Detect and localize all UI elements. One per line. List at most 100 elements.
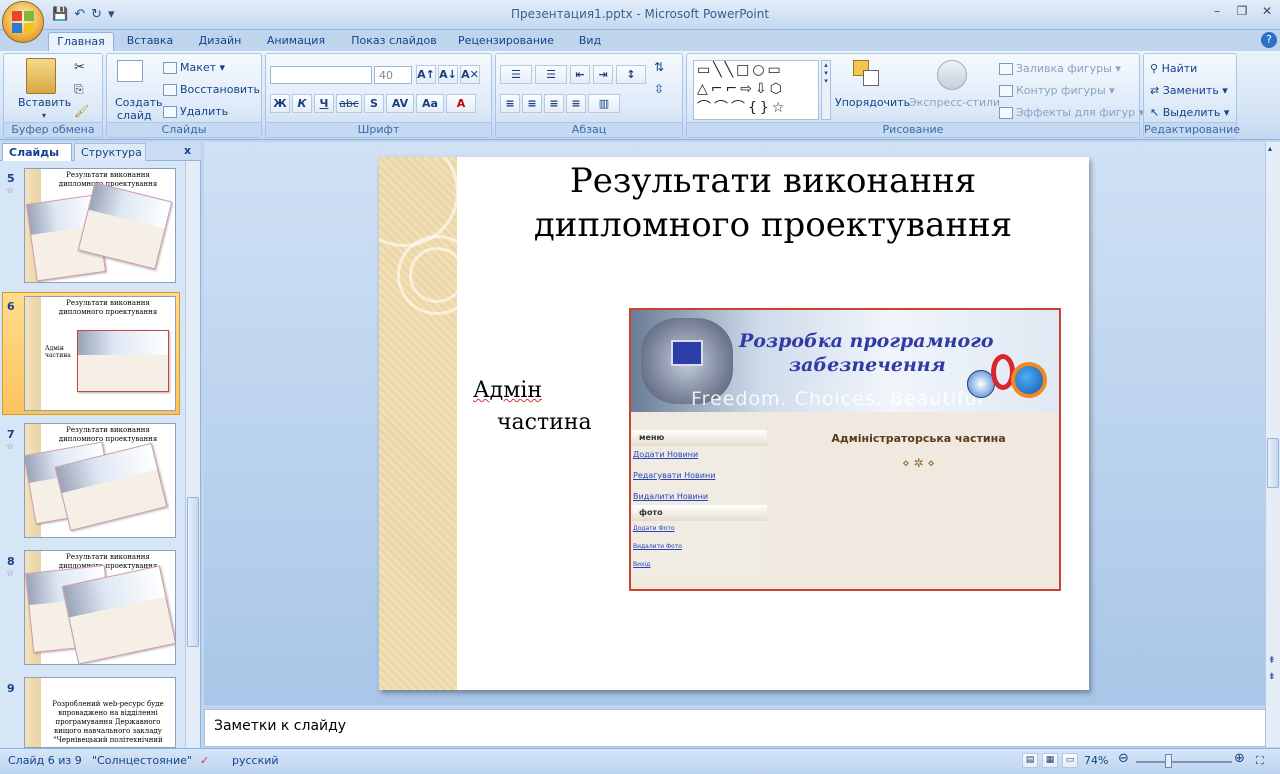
tab-slideshow[interactable]: Показ слайдов <box>346 32 442 51</box>
group-clipboard: Вставить ▾ ✂ ⎘ 🖌 Буфер обмена <box>3 53 103 138</box>
justify-icon[interactable]: ≡ <box>566 94 586 113</box>
slideshow-view-icon[interactable]: ▭ <box>1062 753 1078 768</box>
notes-pane[interactable] <box>204 709 1266 747</box>
shrink-font-button[interactable]: A↓ <box>438 65 458 84</box>
cut-icon[interactable]: ✂ <box>74 60 85 75</box>
select-button[interactable]: ↖ Выделить ▾ <box>1150 106 1229 119</box>
delete-slide-button[interactable]: Удалить <box>163 105 228 118</box>
arrange-button[interactable]: Упорядочить <box>835 96 910 109</box>
tab-review[interactable]: Рецензирование <box>452 32 560 51</box>
arrange-icon[interactable] <box>853 60 885 94</box>
restore-button[interactable]: ❐ <box>1231 4 1253 18</box>
fit-to-window-icon[interactable]: ⛶ <box>1256 754 1264 768</box>
paste-button[interactable]: Вставить <box>18 96 71 109</box>
font-name-input[interactable] <box>270 66 372 84</box>
font-color-button[interactable]: A <box>446 94 476 113</box>
change-case-button[interactable]: Aa <box>416 94 444 113</box>
shadow-button[interactable]: S <box>364 94 384 113</box>
shapes-scroll[interactable]: ▴ ▾ ▾ <box>821 60 831 120</box>
prev-slide-icon[interactable]: ⇞ <box>1268 656 1276 666</box>
new-slide-button[interactable]: Создать <box>115 96 163 109</box>
spellcheck-icon[interactable]: ✓ <box>200 754 209 767</box>
scroll-thumb[interactable] <box>1267 438 1279 488</box>
next-slide-icon[interactable]: ⇟ <box>1268 672 1276 682</box>
zoom-slider[interactable] <box>1136 761 1232 763</box>
quick-styles-icon[interactable] <box>937 60 967 90</box>
normal-view-icon[interactable]: ▤ <box>1022 753 1038 768</box>
bold-button[interactable]: Ж <box>270 94 290 113</box>
paste-dropdown-icon[interactable]: ▾ <box>42 111 46 120</box>
shape-fill-button[interactable]: Заливка фигуры ▾ <box>999 62 1121 75</box>
scroll-thumb[interactable] <box>187 497 199 647</box>
align-center-icon[interactable]: ≡ <box>522 94 542 113</box>
panel-close-button[interactable]: x <box>184 144 191 157</box>
thumb-number-6: 6 <box>7 300 15 313</box>
zoom-out-icon[interactable]: ⊖ <box>1118 751 1129 766</box>
copy-icon[interactable]: ⎘ <box>74 82 84 97</box>
slide-canvas[interactable]: Результати виконання дипломного проектув… <box>379 157 1089 690</box>
align-text-icon[interactable]: ⇳ <box>654 82 664 96</box>
line-spacing-icon[interactable]: ↕ <box>616 65 646 84</box>
sorter-view-icon[interactable]: ▦ <box>1042 753 1058 768</box>
strikethrough-button[interactable]: abc <box>336 94 362 113</box>
tab-slides[interactable]: Слайды <box>2 143 72 161</box>
language[interactable]: русский <box>232 754 279 767</box>
editor-scrollbar[interactable]: ▴ ⇞ ⇟ <box>1265 142 1280 747</box>
slide-body-text[interactable]: Адмін частина <box>473 375 603 439</box>
close-button[interactable]: ✕ <box>1256 4 1278 18</box>
slide-thumbnail-5[interactable]: Результати виконання дипломного проектув… <box>24 168 176 283</box>
clear-format-button[interactable]: A✕ <box>460 65 480 84</box>
tab-animation[interactable]: Анимация <box>258 32 334 51</box>
zoom-slider-thumb[interactable] <box>1165 754 1172 768</box>
char-spacing-button[interactable]: AV <box>386 94 414 113</box>
columns-icon[interactable]: ▥ <box>588 94 620 113</box>
align-right-icon[interactable]: ≡ <box>544 94 564 113</box>
slide-thumbnail-9[interactable]: Розроблений web-ресурс буде впроваджено … <box>24 677 176 748</box>
minimize-button[interactable]: – <box>1206 4 1228 18</box>
slide-thumbnail-6[interactable]: Результати виконання дипломного проектув… <box>24 296 176 411</box>
decrease-indent-icon[interactable]: ⇤ <box>570 65 590 84</box>
help-icon[interactable]: ? <box>1261 32 1277 48</box>
shape-outline-button[interactable]: Контур фигуры ▾ <box>999 84 1115 97</box>
reset-button[interactable]: Восстановить <box>163 83 260 96</box>
zoom-in-icon[interactable]: ⊕ <box>1234 751 1245 766</box>
slide-title[interactable]: Результати виконання дипломного проектув… <box>457 157 1089 247</box>
animation-star-icon: ☆ <box>6 569 15 579</box>
admin-screenshot-image[interactable]: Розробка програмного забезпечення Freedo… <box>629 308 1061 591</box>
underline-button[interactable]: Ч <box>314 94 334 113</box>
bullets-icon[interactable]: ☰ <box>500 65 532 84</box>
shapes-gallery[interactable]: ▭╲╲□○▭ △⌐⌐⇨⇩⬡ ⌒⌒⌒{}☆ <box>693 60 819 120</box>
font-size-input[interactable]: 40 <box>374 66 412 84</box>
tab-insert[interactable]: Вставка <box>120 32 180 51</box>
group-drawing: ▭╲╲□○▭ △⌐⌐⇨⇩⬡ ⌒⌒⌒{}☆ ▴ ▾ ▾ Упорядочить Экспр… <box>686 53 1144 138</box>
shape-effects-button[interactable]: Эффекты для фигур ▾ <box>999 106 1144 119</box>
tab-design[interactable]: Дизайн <box>190 32 250 51</box>
slide-thumbnail-8[interactable]: Результати виконання дипломного проектув… <box>24 550 176 665</box>
slides-panel-scrollbar[interactable] <box>185 161 200 748</box>
numbering-icon[interactable]: ☰ <box>535 65 567 84</box>
increase-indent-icon[interactable]: ⇥ <box>593 65 613 84</box>
format-painter-icon[interactable]: 🖌 <box>74 104 89 118</box>
tab-home[interactable]: Главная <box>48 32 114 51</box>
office-button[interactable] <box>2 1 44 43</box>
body-line-1: Адмін <box>473 378 543 403</box>
theme-name[interactable]: "Солнцестояние" <box>92 754 192 767</box>
menu-link-add-photo: Додати Фото <box>633 525 675 532</box>
slide-thumbnail-7[interactable]: Результати виконання дипломного проектув… <box>24 423 176 538</box>
grow-font-button[interactable]: A↑ <box>416 65 436 84</box>
replace-button[interactable]: ⇄ Заменить ▾ <box>1150 84 1228 97</box>
zoom-level[interactable]: 74% <box>1084 754 1108 767</box>
tab-view[interactable]: Вид <box>572 32 608 51</box>
align-left-icon[interactable]: ≡ <box>500 94 520 113</box>
tab-outline[interactable]: Структура <box>74 143 146 161</box>
find-button[interactable]: ⚲ Найти <box>1150 62 1197 75</box>
italic-button[interactable]: К <box>292 94 312 113</box>
text-direction-icon[interactable]: ⇅ <box>654 60 664 74</box>
notes-placeholder[interactable]: Заметки к слайду <box>214 718 346 734</box>
paragraph-group-label: Абзац <box>496 122 682 137</box>
paste-icon[interactable] <box>26 58 56 94</box>
layout-button[interactable]: Макет ▾ <box>163 61 225 74</box>
scroll-up-icon[interactable]: ▴ <box>1268 144 1272 153</box>
new-slide-icon[interactable] <box>117 60 143 82</box>
quick-styles-button[interactable]: Экспресс-стили <box>909 96 1000 109</box>
